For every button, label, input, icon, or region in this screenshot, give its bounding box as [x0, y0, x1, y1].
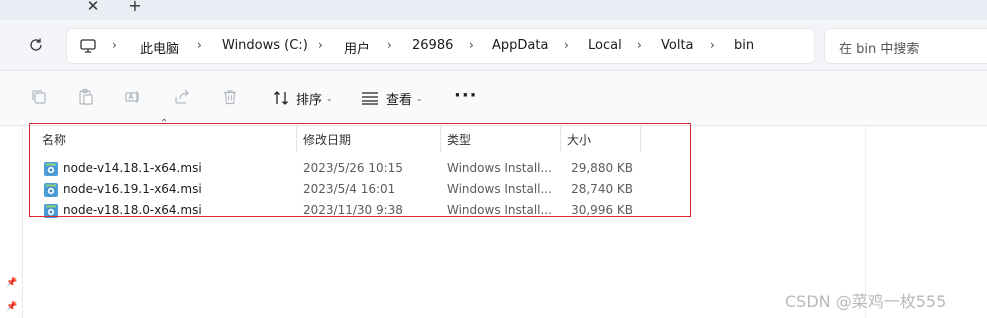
search-placeholder: 在 bin 中搜索 — [839, 42, 920, 57]
breadcrumb-item-bin[interactable]: bin — [734, 38, 754, 53]
tab-strip: ✕ + — [0, 0, 987, 20]
sort-button[interactable]: 排序 ⌄ — [272, 87, 333, 109]
watermark-text: CSDN @菜鸡一枚555 — [785, 292, 947, 311]
delete-icon[interactable] — [221, 88, 239, 106]
share-icon[interactable] — [173, 88, 191, 106]
breadcrumb-item-user[interactable]: 26986 — [412, 38, 453, 53]
breadcrumb-item-appdata[interactable]: AppData — [492, 38, 548, 53]
view-icon — [362, 92, 378, 105]
breadcrumb-separator[interactable]: › — [564, 38, 569, 52]
computer-icon[interactable] — [79, 37, 97, 55]
navigation-pane: 📌 📌 — [0, 126, 23, 318]
breadcrumb-separator[interactable]: › — [318, 38, 323, 52]
sort-icon — [274, 91, 288, 105]
chevron-down-icon: ⌄ — [326, 93, 333, 103]
breadcrumb-separator[interactable]: › — [710, 38, 715, 52]
rename-icon[interactable] — [124, 88, 142, 106]
command-bar: 排序 ⌄ 查看 ⌄ ··· — [0, 71, 987, 126]
tab-close-button[interactable]: ✕ — [84, 0, 102, 16]
copy-icon[interactable] — [30, 88, 48, 106]
pin-icon[interactable]: 📌 — [6, 278, 17, 288]
breadcrumb-item-volta[interactable]: Volta — [661, 38, 694, 53]
breadcrumb-item-users[interactable]: 用户 — [344, 38, 370, 57]
breadcrumb-separator[interactable]: › — [637, 38, 642, 52]
view-button[interactable]: 查看 ⌄ — [360, 87, 423, 109]
view-label: 查看 — [386, 92, 413, 108]
pin-icon[interactable]: 📌 — [6, 302, 17, 312]
breadcrumb[interactable]: › 此电脑 › Windows (C:) › 用户 › 26986 › AppD… — [66, 28, 815, 64]
search-input[interactable]: 在 bin 中搜索 — [824, 28, 987, 64]
new-tab-button[interactable]: + — [126, 0, 144, 16]
paste-icon[interactable] — [77, 88, 95, 106]
refresh-icon[interactable] — [26, 35, 46, 55]
breadcrumb-separator[interactable]: › — [387, 38, 392, 52]
breadcrumb-item-windows-c[interactable]: Windows (C:) — [222, 38, 308, 53]
highlight-box — [29, 123, 691, 217]
breadcrumb-separator[interactable]: › — [197, 38, 202, 52]
breadcrumb-item-this-pc[interactable]: 此电脑 — [140, 38, 179, 57]
breadcrumb-item-local[interactable]: Local — [588, 38, 622, 53]
sort-label: 排序 — [296, 92, 323, 108]
more-options-button[interactable]: ··· — [454, 85, 478, 106]
address-row: › 此电脑 › Windows (C:) › 用户 › 26986 › AppD… — [0, 20, 987, 71]
chevron-down-icon: ⌄ — [416, 93, 423, 103]
breadcrumb-separator[interactable]: › — [112, 38, 117, 52]
breadcrumb-separator[interactable]: › — [469, 38, 474, 52]
